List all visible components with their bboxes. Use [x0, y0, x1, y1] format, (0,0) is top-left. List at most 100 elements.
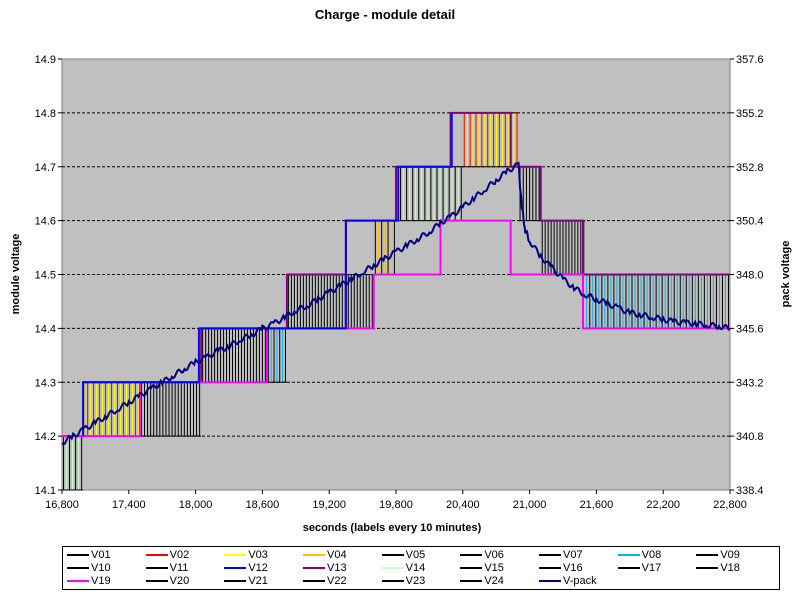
legend-swatch — [302, 580, 325, 582]
legend-swatch — [67, 567, 89, 569]
legend-label: V01 — [91, 549, 111, 561]
legend-label: V23 — [405, 575, 426, 587]
legend-label: V12 — [248, 562, 268, 574]
legend-swatch — [617, 567, 640, 569]
y2-tick-label: 348.0 — [736, 270, 764, 282]
legend-swatch — [381, 554, 404, 556]
legend-item-v16: V16 — [538, 562, 618, 575]
legend-item-v21: V21 — [224, 575, 303, 588]
legend-swatch — [617, 554, 640, 556]
legend-label: V07 — [562, 549, 583, 561]
legend-label: V05 — [405, 549, 426, 561]
x-tick-label: 21,600 — [580, 499, 614, 511]
chart-title: Charge - module detail — [315, 7, 455, 22]
legend-item-v05: V05 — [381, 549, 461, 562]
legend-swatch — [696, 567, 719, 569]
legend-item-v08: V08 — [617, 549, 697, 562]
y2-tick-label: 345.6 — [736, 323, 764, 335]
y2-tick-label: 338.4 — [736, 485, 764, 497]
y-tick-label: 14.9 — [35, 54, 56, 66]
legend-item-v19: V19 — [67, 575, 146, 588]
y-tick-label: 14.8 — [35, 108, 56, 120]
y-tick-label: 14.2 — [35, 431, 56, 443]
legend-swatch — [145, 567, 168, 569]
legend-swatch — [224, 554, 247, 556]
legend-item-v06: V06 — [460, 549, 539, 562]
legend-label: V-pack — [562, 575, 597, 587]
legend-item-v20: V20 — [145, 575, 225, 588]
x-tick-label: 17,400 — [112, 499, 146, 511]
legend-item-v22: V22 — [302, 575, 382, 588]
legend-label: V10 — [91, 562, 111, 574]
legend-label: V09 — [720, 549, 740, 561]
legend-swatch — [696, 554, 719, 556]
x-tick-label: 22,800 — [713, 499, 747, 511]
legend-swatch — [381, 567, 404, 569]
legend-label: V03 — [248, 549, 268, 561]
legend-label: V14 — [405, 562, 426, 574]
legend-label: V19 — [91, 575, 111, 587]
legend-label: V06 — [484, 549, 504, 561]
legend-swatch — [302, 554, 325, 556]
y-tick-label: 14.7 — [35, 162, 56, 174]
legend-label: V24 — [484, 575, 504, 587]
legend-swatch — [67, 554, 89, 556]
x-tick-label: 19,800 — [379, 499, 413, 511]
legend-item-v14: V14 — [381, 562, 461, 575]
legend-item-v17: V17 — [617, 562, 697, 575]
y2-tick-label: 350.4 — [736, 216, 764, 228]
legend-item-v01: V01 — [67, 549, 146, 562]
legend-label: V22 — [326, 575, 347, 587]
legend-swatch — [538, 580, 561, 582]
legend-label: V15 — [484, 562, 504, 574]
legend-label: V21 — [248, 575, 268, 587]
y2-tick-label: 355.2 — [736, 108, 764, 120]
legend-item-v11: V11 — [145, 562, 225, 575]
legend-label: V18 — [720, 562, 740, 574]
x-tick-label: 20,400 — [446, 499, 480, 511]
legend-item-v09: V09 — [696, 549, 775, 562]
legend-swatch — [460, 554, 483, 556]
x-tick-label: 21,000 — [513, 499, 547, 511]
x-tick-label: 18,600 — [246, 499, 280, 511]
legend-item-v15: V15 — [460, 562, 539, 575]
legend-label: V17 — [641, 562, 662, 574]
legend: V01 V02 V03 V04 V05 V06 V07 V08 V09 V10 V11 V12 V13 V… — [62, 546, 780, 590]
chart: Charge - module detail 16,800 17,400 18,00… — [10, 7, 792, 534]
y2-tick-label: 340.8 — [736, 431, 764, 443]
x-tick-label: 22,200 — [646, 499, 680, 511]
legend-item-v10: V10 — [67, 562, 146, 575]
legend-swatch — [460, 567, 483, 569]
legend-swatch — [302, 567, 325, 569]
x-axis-label: seconds (labels every 10 minutes) — [303, 522, 482, 534]
legend-item-v02: V02 — [145, 549, 225, 562]
y2-tick-label: 343.2 — [736, 377, 764, 389]
y2-tick-label: 357.6 — [736, 54, 764, 66]
legend-swatch — [224, 580, 247, 582]
legend-item-v18: V18 — [696, 562, 775, 575]
y-tick-label: 14.1 — [35, 485, 56, 497]
y2-tick-label: 352.8 — [736, 162, 764, 174]
legend-item-v07: V07 — [538, 549, 618, 562]
legend-swatch — [224, 567, 247, 569]
y-tick-label: 14.3 — [35, 377, 56, 389]
legend-swatch — [460, 580, 483, 582]
legend-swatch — [538, 554, 561, 556]
legend-item-v-pack: V-pack — [538, 575, 618, 588]
legend-swatch — [145, 554, 168, 556]
x-tick-label: 19,200 — [312, 499, 346, 511]
legend-item-v12: V12 — [224, 562, 303, 575]
x-tick-label: 18,000 — [179, 499, 213, 511]
legend-item-v24: V24 — [460, 575, 539, 588]
y2-axis-label: pack voltage — [780, 241, 792, 308]
y-axis-label: module voltage — [10, 234, 22, 315]
legend-item-v13: V13 — [302, 562, 382, 575]
legend-swatch — [538, 567, 561, 569]
legend-swatch — [145, 580, 168, 582]
y-tick-label: 14.5 — [35, 270, 56, 282]
legend-item-v03: V03 — [224, 549, 303, 562]
legend-label: V08 — [641, 549, 662, 561]
y-tick-label: 14.4 — [35, 323, 56, 335]
legend-label: V11 — [169, 562, 189, 574]
legend-item-v04: V04 — [302, 549, 382, 562]
